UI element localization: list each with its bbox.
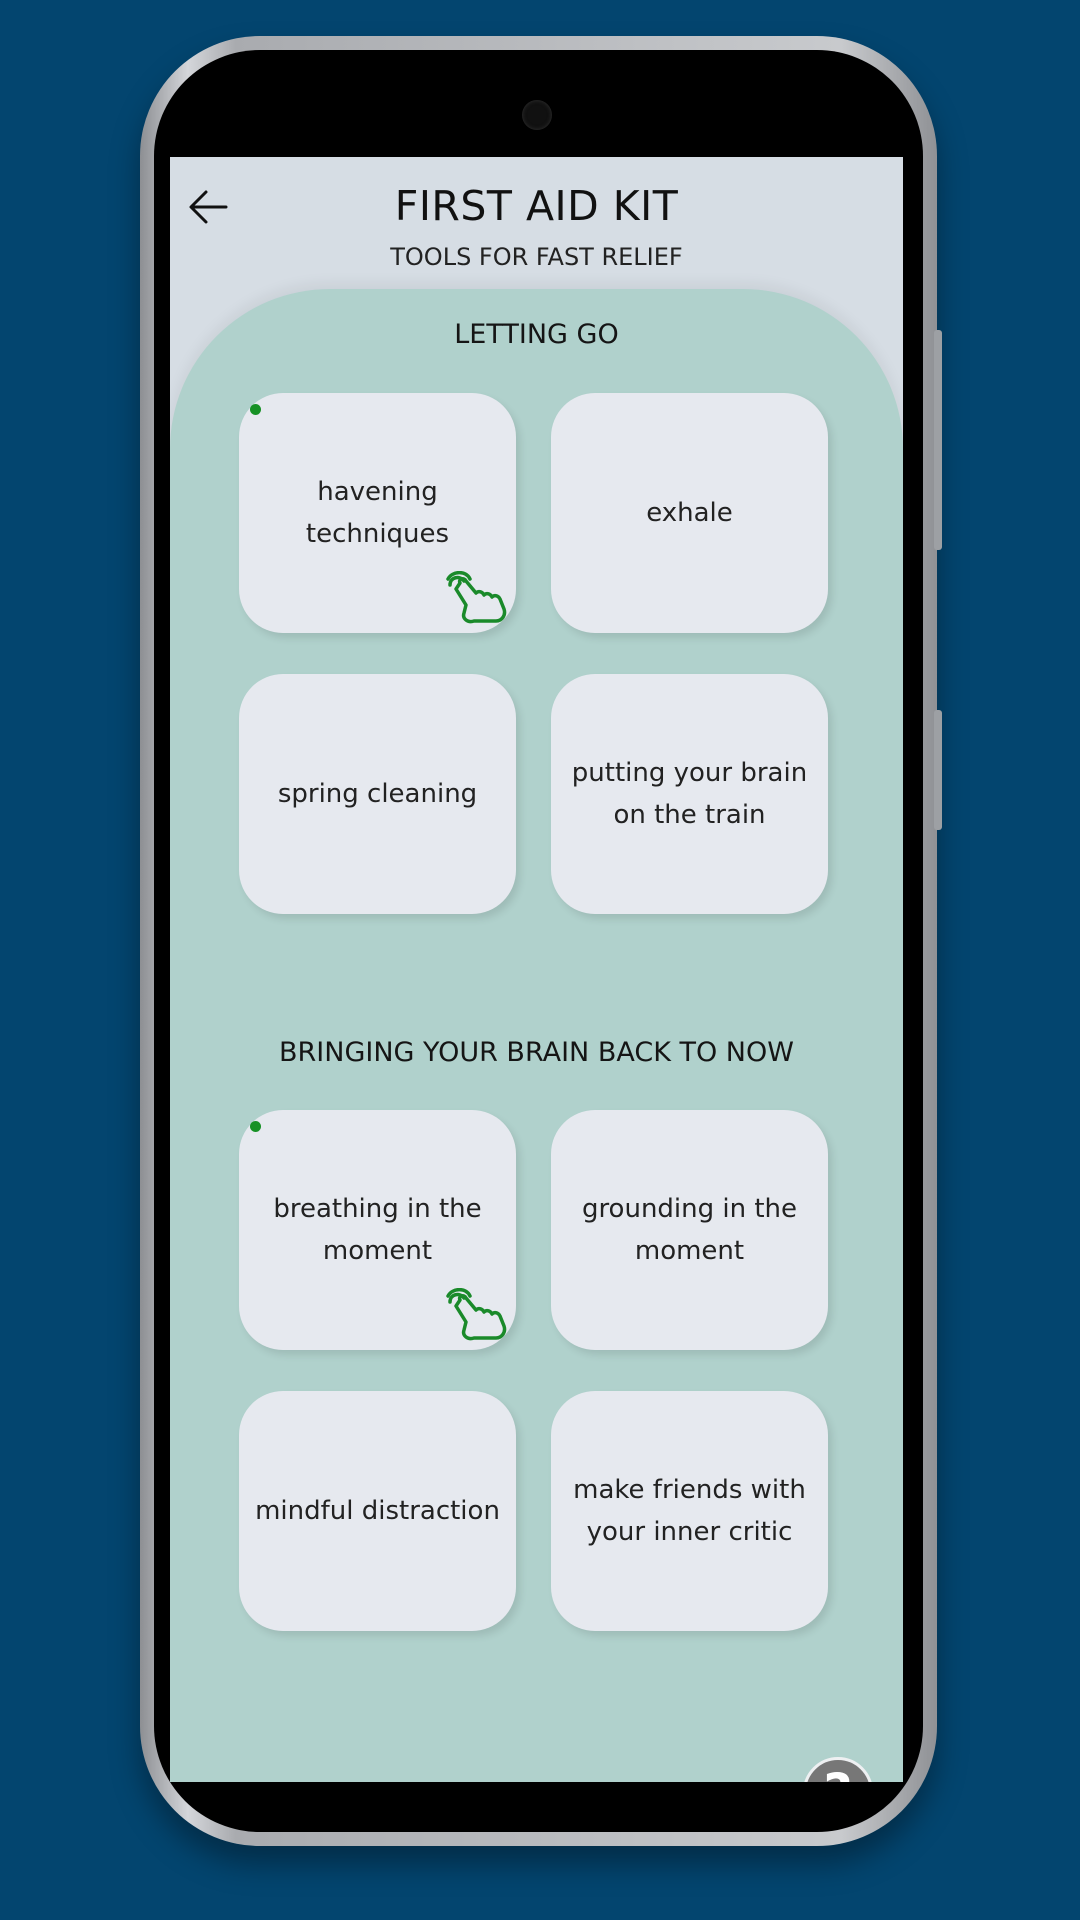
tool-card-make-friends-with-your-inner-critic[interactable]: make friends with your inner critic xyxy=(551,1391,828,1631)
phone-power-button xyxy=(934,710,942,830)
phone-volume-button xyxy=(934,330,942,550)
app-screen: FIRST AID KIT TOOLS FOR FAST RELIEF LETT… xyxy=(170,157,903,1782)
tools-panel: LETTING GO havening techniques exhale sp… xyxy=(170,289,903,1782)
tool-label: exhale xyxy=(646,498,733,528)
tool-label: mindful distraction xyxy=(255,1496,500,1526)
tool-card-spring-cleaning[interactable]: spring cleaning xyxy=(239,674,516,914)
tool-label: spring cleaning xyxy=(277,779,478,809)
tool-label: putting your brain on the train xyxy=(571,758,808,830)
tap-hand-icon xyxy=(446,571,507,624)
tool-card-breathing-in-the-moment[interactable]: breathing in the moment xyxy=(239,1110,516,1350)
tool-card-exhale[interactable]: exhale xyxy=(551,393,828,633)
tap-hand-icon xyxy=(446,1288,507,1341)
tool-label: breathing in the moment xyxy=(273,1194,482,1266)
tool-card-mindful-distraction[interactable]: mindful distraction xyxy=(239,1391,516,1631)
new-indicator-dot xyxy=(250,404,261,415)
tool-card-putting-your-brain-on-the-train[interactable]: putting your brain on the train xyxy=(551,674,828,914)
new-indicator-dot xyxy=(250,1121,261,1132)
question-mark-icon: ? xyxy=(823,1763,852,1782)
tool-label: havening techniques xyxy=(305,477,450,549)
tool-label: grounding in the moment xyxy=(581,1194,798,1266)
front-camera xyxy=(522,100,552,130)
tool-card-havening-techniques[interactable]: havening techniques xyxy=(239,393,516,633)
page-subtitle: TOOLS FOR FAST RELIEF xyxy=(390,243,683,271)
page-title: FIRST AID KIT xyxy=(394,182,679,230)
section-title-bringing-your-brain-back: BRINGING YOUR BRAIN BACK TO NOW xyxy=(279,1037,794,1068)
tool-card-grounding-in-the-moment[interactable]: grounding in the moment xyxy=(551,1110,828,1350)
section-title-letting-go: LETTING GO xyxy=(454,319,619,350)
help-button[interactable]: ? xyxy=(803,1757,873,1782)
tool-label: make friends with your inner critic xyxy=(573,1475,806,1547)
